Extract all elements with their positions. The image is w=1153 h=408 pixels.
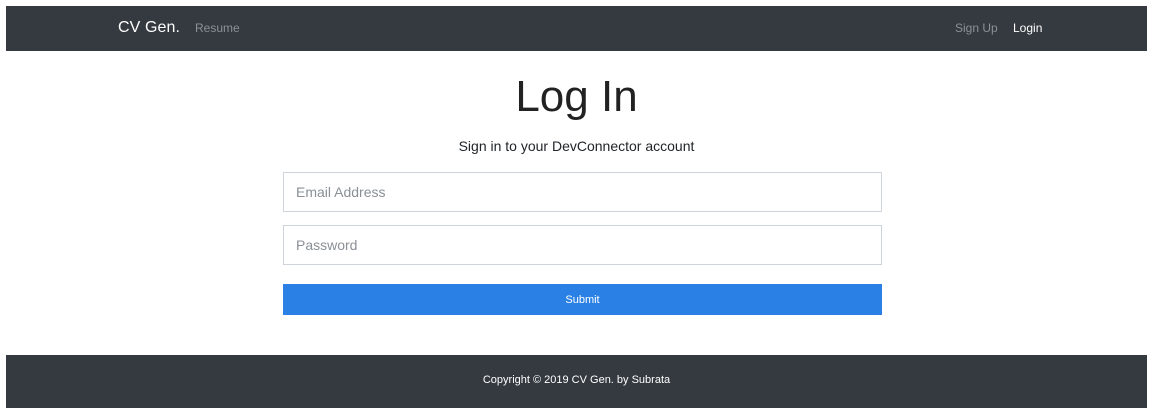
page-subtitle: Sign in to your DevConnector account	[458, 138, 695, 154]
email-field[interactable]	[283, 172, 882, 212]
password-field[interactable]	[283, 225, 882, 265]
brand-link[interactable]: CV Gen.	[118, 19, 180, 37]
nav-link-sign-up[interactable]: Sign Up	[955, 21, 998, 35]
copyright-text: Copyright © 2019 CV Gen. by Subrata	[482, 374, 671, 386]
page-title: Log In	[515, 72, 638, 121]
footer: Copyright © 2019 CV Gen. by Subrata	[6, 355, 1147, 408]
submit-button[interactable]: Submit	[283, 284, 882, 315]
nav-link-resume[interactable]: Resume	[195, 21, 240, 35]
page: CV Gen. Resume Sign Up Login Log In Sign…	[0, 0, 1153, 408]
nav-link-login[interactable]: Login	[1013, 21, 1042, 35]
top-navbar: CV Gen. Resume Sign Up Login	[6, 6, 1147, 51]
